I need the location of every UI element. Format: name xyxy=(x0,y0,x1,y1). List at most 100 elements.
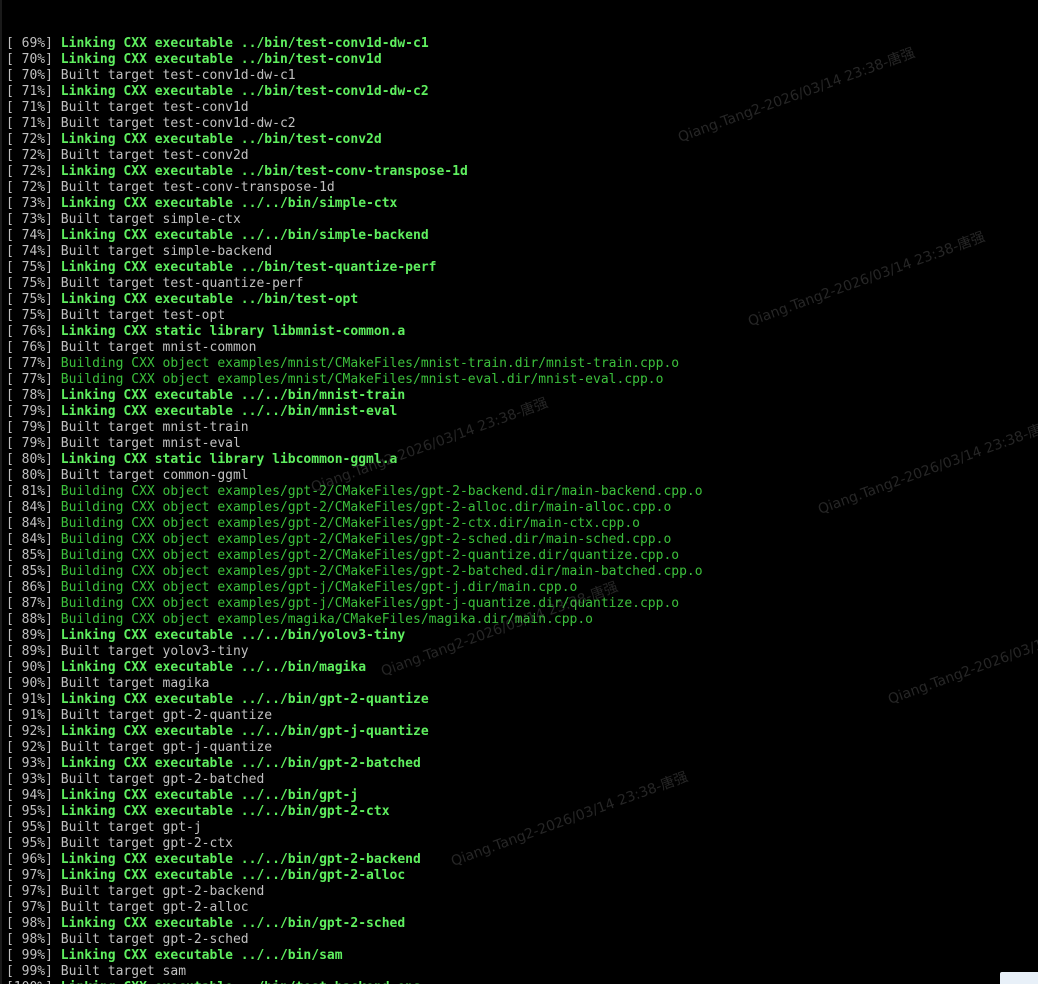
terminal-line: [ 75%] Linking CXX executable ../bin/tes… xyxy=(0,260,1038,276)
progress-percent: [ 76%] xyxy=(6,340,53,355)
linking-message: Linking CXX executable ../../bin/gpt-2-q… xyxy=(60,692,429,707)
terminal-line: [ 78%] Linking CXX executable ../../bin/… xyxy=(0,388,1038,404)
progress-percent: [ 90%] xyxy=(6,676,53,691)
terminal-line: [ 94%] Linking CXX executable ../../bin/… xyxy=(0,788,1038,804)
linking-message: Linking CXX executable ../../bin/simple-… xyxy=(60,228,429,243)
progress-percent: [ 97%] xyxy=(6,868,53,883)
terminal-line: [ 95%] Built target gpt-2-ctx xyxy=(0,836,1038,852)
progress-percent: [ 73%] xyxy=(6,196,53,211)
terminal-line: [ 89%] Built target yolov3-tiny xyxy=(0,644,1038,660)
terminal-line: [ 75%] Built target test-quantize-perf xyxy=(0,276,1038,292)
terminal-line: [ 80%] Built target common-ggml xyxy=(0,468,1038,484)
progress-percent: [ 97%] xyxy=(6,884,53,899)
progress-percent: [ 77%] xyxy=(6,372,53,387)
terminal-line: [ 80%] Linking CXX static library libcom… xyxy=(0,452,1038,468)
terminal-line: [ 75%] Built target test-opt xyxy=(0,308,1038,324)
progress-percent: [ 92%] xyxy=(6,724,53,739)
built-target-message: Built target gpt-2-quantize xyxy=(60,708,273,723)
progress-percent: [ 87%] xyxy=(6,596,53,611)
progress-percent: [ 80%] xyxy=(6,452,53,467)
terminal-line: [ 72%] Built target test-conv2d xyxy=(0,148,1038,164)
progress-percent: [ 95%] xyxy=(6,804,53,819)
terminal-line: [ 95%] Built target gpt-j xyxy=(0,820,1038,836)
progress-percent: [ 92%] xyxy=(6,740,53,755)
linking-message: Linking CXX executable ../../bin/yolov3-… xyxy=(60,628,406,643)
terminal-line: [ 73%] Built target simple-ctx xyxy=(0,212,1038,228)
progress-percent: [ 69%] xyxy=(6,36,53,51)
terminal-line: [ 73%] Linking CXX executable ../../bin/… xyxy=(0,196,1038,212)
progress-percent: [ 97%] xyxy=(6,900,53,915)
terminal-line: [ 84%] Building CXX object examples/gpt-… xyxy=(0,500,1038,516)
terminal-line: [ 98%] Linking CXX executable ../../bin/… xyxy=(0,916,1038,932)
terminal-line: [ 90%] Linking CXX executable ../../bin/… xyxy=(0,660,1038,676)
linking-message: Linking CXX executable ../../bin/gpt-j-q… xyxy=(60,724,429,739)
linking-message: Linking CXX executable ../../bin/gpt-2-b… xyxy=(60,852,421,867)
linking-message: Linking CXX executable ../bin/test-opt xyxy=(60,292,359,307)
terminal-line: [ 93%] Built target gpt-2-batched xyxy=(0,772,1038,788)
built-target-message: Built target test-conv1d xyxy=(60,100,249,115)
progress-percent: [ 90%] xyxy=(6,660,53,675)
built-target-message: Built target gpt-2-batched xyxy=(60,772,265,787)
progress-percent: [ 79%] xyxy=(6,420,53,435)
terminal-line: [ 75%] Linking CXX executable ../bin/tes… xyxy=(0,292,1038,308)
terminal-line: [ 99%] Linking CXX executable ../../bin/… xyxy=(0,948,1038,964)
progress-percent: [ 72%] xyxy=(6,180,53,195)
built-target-message: Built target test-conv-transpose-1d xyxy=(60,180,335,195)
built-target-message: Built target sam xyxy=(60,964,187,979)
linking-message: Linking CXX executable ../bin/test-conv-… xyxy=(60,164,468,179)
progress-percent: [ 71%] xyxy=(6,116,53,131)
built-target-message: Built target gpt-2-sched xyxy=(60,932,249,947)
building-message: Building CXX object examples/magika/CMak… xyxy=(60,612,594,627)
progress-percent: [ 84%] xyxy=(6,516,53,531)
progress-percent: [ 86%] xyxy=(6,580,53,595)
built-target-message: Built target test-conv1d-dw-c2 xyxy=(60,116,296,131)
linking-message: Linking CXX executable ../../bin/gpt-2-s… xyxy=(60,916,406,931)
tray-overlay xyxy=(1000,972,1038,984)
terminal-line: [ 76%] Linking CXX static library libmni… xyxy=(0,324,1038,340)
terminal-line: [ 97%] Linking CXX executable ../../bin/… xyxy=(0,868,1038,884)
terminal-line: [ 72%] Linking CXX executable ../bin/tes… xyxy=(0,132,1038,148)
linking-message: Linking CXX static library libmnist-comm… xyxy=(60,324,406,339)
terminal-line: [ 97%] Built target gpt-2-backend xyxy=(0,884,1038,900)
terminal-line: [ 90%] Built target magika xyxy=(0,676,1038,692)
terminal-line: [ 74%] Built target simple-backend xyxy=(0,244,1038,260)
linking-message: Linking CXX executable ../bin/test-conv1… xyxy=(60,84,429,99)
linking-message: Linking CXX executable ../../bin/mnist-t… xyxy=(60,388,406,403)
linking-message: Linking CXX executable ../../bin/mnist-e… xyxy=(60,404,398,419)
terminal-line: [ 79%] Linking CXX executable ../../bin/… xyxy=(0,404,1038,420)
progress-percent: [100%] xyxy=(6,980,53,984)
progress-percent: [ 94%] xyxy=(6,788,53,803)
terminal-line: [ 92%] Linking CXX executable ../../bin/… xyxy=(0,724,1038,740)
terminal-line: [ 89%] Linking CXX executable ../../bin/… xyxy=(0,628,1038,644)
progress-percent: [ 93%] xyxy=(6,756,53,771)
terminal-line: [ 77%] Building CXX object examples/mnis… xyxy=(0,356,1038,372)
terminal-line: [ 71%] Linking CXX executable ../bin/tes… xyxy=(0,84,1038,100)
building-message: Building CXX object examples/gpt-2/CMake… xyxy=(60,516,640,531)
progress-percent: [ 76%] xyxy=(6,324,53,339)
building-message: Building CXX object examples/gpt-2/CMake… xyxy=(60,532,672,547)
linking-message: Linking CXX static library libcommon-ggm… xyxy=(60,452,398,467)
terminal-line: [ 97%] Built target gpt-2-alloc xyxy=(0,900,1038,916)
progress-percent: [ 85%] xyxy=(6,548,53,563)
progress-percent: [ 70%] xyxy=(6,52,53,67)
progress-percent: [ 74%] xyxy=(6,228,53,243)
progress-percent: [ 79%] xyxy=(6,404,53,419)
progress-percent: [ 75%] xyxy=(6,276,53,291)
linking-message: Linking CXX executable ../../bin/simple-… xyxy=(60,196,398,211)
terminal-line: [ 72%] Built target test-conv-transpose-… xyxy=(0,180,1038,196)
progress-percent: [ 72%] xyxy=(6,148,53,163)
progress-percent: [ 99%] xyxy=(6,948,53,963)
built-target-message: Built target test-opt xyxy=(60,308,226,323)
terminal-output[interactable]: [ 69%] Linking CXX executable ../bin/tes… xyxy=(0,4,1038,984)
building-message: Building CXX object examples/gpt-2/CMake… xyxy=(60,548,680,563)
terminal-line: [ 70%] Built target test-conv1d-dw-c1 xyxy=(0,68,1038,84)
built-target-message: Built target magika xyxy=(60,676,210,691)
progress-percent: [ 80%] xyxy=(6,468,53,483)
building-message: Building CXX object examples/gpt-j/CMake… xyxy=(60,596,680,611)
terminal-line: [ 85%] Building CXX object examples/gpt-… xyxy=(0,548,1038,564)
terminal-line: [100%] Linking CXX executable ../bin/tes… xyxy=(0,980,1038,984)
linking-message: Linking CXX executable ../../bin/gpt-2-a… xyxy=(60,868,406,883)
terminal-line: [ 70%] Linking CXX executable ../bin/tes… xyxy=(0,52,1038,68)
built-target-message: Built target gpt-j xyxy=(60,820,202,835)
progress-percent: [ 71%] xyxy=(6,84,53,99)
